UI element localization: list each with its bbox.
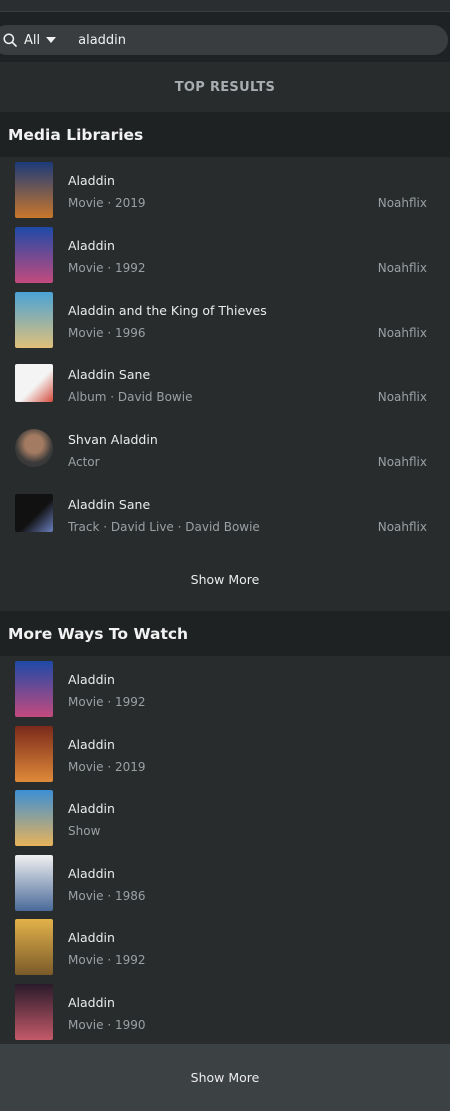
scope-label: All	[24, 32, 41, 48]
more-ways-result-row[interactable]: Aladdin Movie · 1990	[0, 980, 450, 1044]
poster-thumbnail	[15, 919, 53, 976]
scope-dropdown[interactable]: All	[24, 32, 57, 48]
result-subtitle: Album · David Bowie	[68, 390, 193, 405]
result-title: Aladdin	[68, 995, 115, 1010]
window-strip	[0, 0, 450, 12]
more-ways-result-row[interactable]: Aladdin Show	[0, 786, 450, 850]
result-title: Aladdin	[68, 237, 115, 253]
search-icon[interactable]	[2, 32, 18, 48]
more-ways-result-row[interactable]: Aladdin Movie · 1992	[0, 657, 450, 721]
result-title: Aladdin Sane	[68, 367, 151, 383]
result-subtitle: Movie · 1992	[68, 695, 146, 709]
result-title: Aladdin	[68, 930, 115, 946]
result-title: Aladdin	[68, 736, 115, 752]
result-library: Noahflix	[377, 260, 427, 275]
album-art	[15, 364, 53, 403]
poster-thumbnail	[15, 854, 53, 911]
result-subtitle: Movie · 1990	[68, 1018, 146, 1032]
result-title: Aladdin Sane	[68, 497, 151, 512]
result-library: Noahflix	[377, 455, 427, 470]
media-library-result-row[interactable]: Aladdin and the King of Thieves Movie · 1…	[0, 288, 450, 352]
result-title: Aladdin	[68, 672, 115, 687]
result-subtitle: Movie · 2019	[68, 196, 146, 210]
result-library: Noahflix	[377, 520, 427, 534]
media-library-result-row[interactable]: Shvan Aladdin Actor Noahflix	[0, 417, 450, 481]
poster-thumbnail	[15, 790, 53, 847]
caret-down-icon	[46, 37, 57, 43]
poster-thumbnail	[15, 162, 53, 218]
more-ways-result-row[interactable]: Aladdin Movie · 2019	[0, 722, 450, 786]
result-subtitle: Movie · 2019	[68, 759, 146, 774]
result-subtitle: Movie · 1996	[68, 325, 146, 340]
more-ways-header: More Ways To Watch	[0, 611, 450, 656]
result-library: Noahflix	[377, 325, 427, 340]
album-art	[15, 494, 53, 532]
result-subtitle: Movie · 1992	[68, 260, 146, 275]
avatar	[15, 429, 53, 468]
result-subtitle: Movie · 1992	[68, 953, 146, 968]
footer-bar: Show More	[0, 1044, 450, 1111]
result-library: Noahflix	[377, 390, 427, 405]
more-ways-show-more-button[interactable]: Show More	[0, 1054, 450, 1100]
top-results-heading: TOP RESULTS	[174, 79, 276, 95]
media-library-result-row[interactable]: Aladdin Movie · 2019 Noahflix	[0, 158, 450, 222]
poster-thumbnail	[15, 661, 53, 717]
poster-thumbnail	[15, 291, 53, 348]
result-subtitle: Movie · 1986	[68, 888, 146, 903]
result-subtitle: Show	[68, 824, 101, 839]
media-library-result-row[interactable]: Aladdin Movie · 1992 Noahflix	[0, 223, 450, 287]
result-title: Aladdin	[68, 173, 115, 188]
result-subtitle: Track · David Live · David Bowie	[68, 520, 260, 534]
result-subtitle: Actor	[68, 455, 100, 470]
more-ways-title: More Ways To Watch	[8, 624, 189, 643]
result-title: Aladdin	[68, 865, 115, 881]
more-ways-result-row[interactable]: Aladdin Movie · 1992	[0, 915, 450, 979]
result-library: Noahflix	[377, 196, 427, 210]
media-libraries-title: Media Libraries	[8, 125, 144, 144]
result-title: Shvan Aladdin	[68, 432, 158, 448]
media-libraries-header: Media Libraries	[0, 112, 450, 157]
more-ways-result-row[interactable]: Aladdin Movie · 1986	[0, 851, 450, 915]
media-libraries-show-more-button[interactable]: Show More	[0, 556, 450, 602]
top-bar: All	[0, 0, 450, 62]
search-input[interactable]	[78, 32, 379, 48]
poster-thumbnail	[15, 984, 53, 1040]
search-bar[interactable]: All	[0, 25, 448, 55]
result-title: Aladdin	[68, 801, 115, 817]
media-library-result-row[interactable]: Aladdin Sane Album · David Bowie Noahflix	[0, 352, 450, 416]
poster-thumbnail	[15, 725, 53, 782]
poster-thumbnail	[15, 226, 53, 283]
media-library-result-row[interactable]: Aladdin Sane Track · David Live · David B…	[0, 482, 450, 546]
result-title: Aladdin and the King of Thieves	[68, 302, 267, 318]
